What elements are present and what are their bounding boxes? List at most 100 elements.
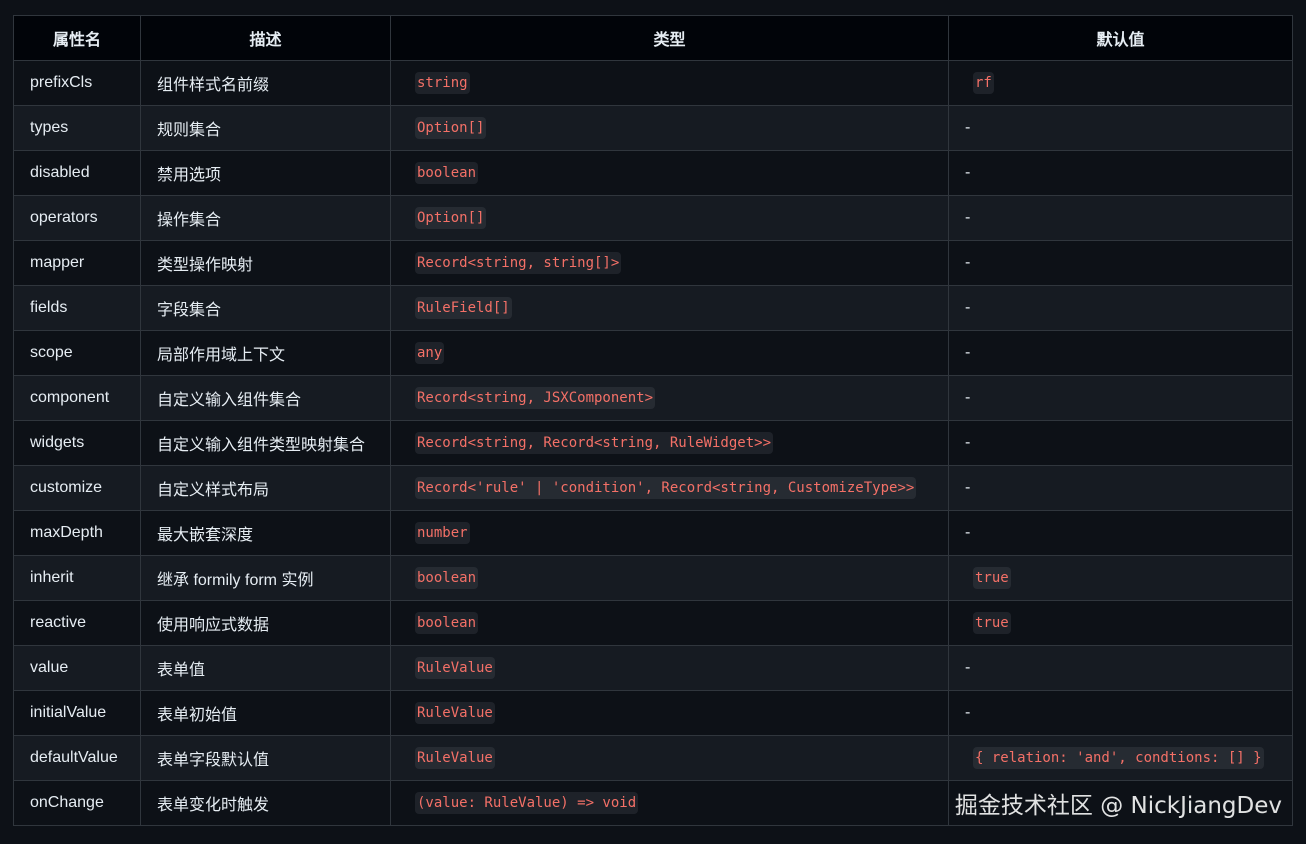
prop-default-cell: - <box>948 420 1293 466</box>
prop-type-cell: RuleValue <box>390 690 949 736</box>
prop-type: string <box>415 72 470 94</box>
header-name: 属性名 <box>13 15 141 61</box>
prop-default-cell: - <box>948 465 1293 511</box>
prop-name: component <box>13 375 141 421</box>
prop-default-cell: - <box>948 105 1293 151</box>
prop-default-cell: { relation: 'and', condtions: [] } <box>948 735 1293 781</box>
table-row: mapper 类型操作映射 Record<string, string[]> - <box>13 240 1293 286</box>
prop-type-cell: Record<string, JSXComponent> <box>390 375 949 421</box>
prop-description: 自定义输入组件类型映射集合 <box>140 420 391 466</box>
prop-type-cell: string <box>390 60 949 106</box>
prop-description: 自定义样式布局 <box>140 465 391 511</box>
prop-type-cell: (value: RuleValue) => void <box>390 780 949 826</box>
table-row: maxDepth 最大嵌套深度 number - <box>13 510 1293 556</box>
table-row: value 表单值 RuleValue - <box>13 645 1293 691</box>
props-table: 属性名 描述 类型 默认值 prefixCls 组件样式名前缀 string rf ty… <box>13 15 1293 826</box>
prop-type: (value: RuleValue) => void <box>415 792 639 814</box>
header-type: 类型 <box>390 15 949 61</box>
prop-default-cell: - <box>948 285 1293 331</box>
prop-type: RuleValue <box>415 657 495 679</box>
prop-type-cell: any <box>390 330 949 376</box>
prop-type: boolean <box>415 567 479 589</box>
prop-default-cell: - <box>948 195 1293 241</box>
prop-description: 局部作用域上下文 <box>140 330 391 376</box>
prop-type-cell: boolean <box>390 555 949 601</box>
prop-description: 禁用选项 <box>140 150 391 196</box>
prop-name: customize <box>13 465 141 511</box>
table-row: operators 操作集合 Option[] - <box>13 195 1293 241</box>
prop-type-cell: number <box>390 510 949 556</box>
table-body: prefixCls 组件样式名前缀 string rf types 规则集合 Option[… <box>13 60 1293 826</box>
prop-description: 表单值 <box>140 645 391 691</box>
prop-type: boolean <box>415 612 479 634</box>
watermark: 掘金技术社区 @ NickJiangDev <box>954 793 1282 819</box>
prop-name: defaultValue <box>13 735 141 781</box>
prop-description: 自定义输入组件集合 <box>140 375 391 421</box>
prop-default: rf <box>973 72 994 94</box>
prop-description: 使用响应式数据 <box>140 600 391 646</box>
prop-default-cell: - <box>948 510 1293 556</box>
prop-type: Record<string, Record<string, RuleWidget… <box>415 432 774 454</box>
header-desc: 描述 <box>140 15 391 61</box>
prop-default-cell: - <box>948 150 1293 196</box>
table-row: inherit 继承 formily form 实例 boolean true <box>13 555 1293 601</box>
prop-type: Record<string, string[]> <box>415 252 622 274</box>
prop-type: RuleField[] <box>415 297 512 319</box>
prop-default-cell: - <box>948 690 1293 736</box>
table-row: prefixCls 组件样式名前缀 string rf <box>13 60 1293 106</box>
prop-type: RuleValue <box>415 702 495 724</box>
prop-type: number <box>415 522 470 544</box>
prop-name: types <box>13 105 141 151</box>
prop-type-cell: Record<'rule' | 'condition', Record<stri… <box>390 465 949 511</box>
prop-default-cell: - <box>948 240 1293 286</box>
prop-type-cell: RuleValue <box>390 645 949 691</box>
prop-name: maxDepth <box>13 510 141 556</box>
table-row: disabled 禁用选项 boolean - <box>13 150 1293 196</box>
table-header: 属性名 描述 类型 默认值 <box>13 15 1293 61</box>
prop-name: reactive <box>13 600 141 646</box>
prop-description: 规则集合 <box>140 105 391 151</box>
prop-type: boolean <box>415 162 479 184</box>
prop-type: Option[] <box>415 207 487 229</box>
prop-description: 组件样式名前缀 <box>140 60 391 106</box>
table-row: defaultValue 表单字段默认值 RuleValue { relation: … <box>13 735 1293 781</box>
prop-description: 表单字段默认值 <box>140 735 391 781</box>
prop-name: prefixCls <box>13 60 141 106</box>
table-row: scope 局部作用域上下文 any - <box>13 330 1293 376</box>
prop-default-cell: true <box>948 555 1293 601</box>
prop-default-cell: rf <box>948 60 1293 106</box>
prop-description: 字段集合 <box>140 285 391 331</box>
table-row: types 规则集合 Option[] - <box>13 105 1293 151</box>
header-row: 属性名 描述 类型 默认值 <box>13 15 1293 61</box>
prop-type: Record<string, JSXComponent> <box>415 387 656 409</box>
prop-type-cell: Record<string, string[]> <box>390 240 949 286</box>
table-row: fields 字段集合 RuleField[] - <box>13 285 1293 331</box>
prop-name: value <box>13 645 141 691</box>
prop-type-cell: RuleField[] <box>390 285 949 331</box>
prop-name: fields <box>13 285 141 331</box>
prop-type: Record<'rule' | 'condition', Record<stri… <box>415 477 917 499</box>
prop-type: RuleValue <box>415 747 495 769</box>
prop-description: 继承 formily form 实例 <box>140 555 391 601</box>
prop-default: true <box>973 612 1011 634</box>
prop-description: 操作集合 <box>140 195 391 241</box>
prop-default-cell: - <box>948 330 1293 376</box>
prop-type-cell: RuleValue <box>390 735 949 781</box>
prop-default: true <box>973 567 1011 589</box>
prop-description: 表单变化时触发 <box>140 780 391 826</box>
prop-type: Option[] <box>415 117 487 139</box>
prop-type-cell: Record<string, Record<string, RuleWidget… <box>390 420 949 466</box>
prop-description: 类型操作映射 <box>140 240 391 286</box>
prop-default: { relation: 'and', condtions: [] } <box>973 747 1264 769</box>
prop-type-cell: boolean <box>390 600 949 646</box>
prop-name: inherit <box>13 555 141 601</box>
prop-type-cell: Option[] <box>390 195 949 241</box>
table-row: customize 自定义样式布局 Record<'rule' | 'conditi… <box>13 465 1293 511</box>
prop-type-cell: boolean <box>390 150 949 196</box>
table-row: initialValue 表单初始值 RuleValue - <box>13 690 1293 736</box>
prop-name: disabled <box>13 150 141 196</box>
prop-name: mapper <box>13 240 141 286</box>
header-default: 默认值 <box>948 15 1293 61</box>
prop-name: widgets <box>13 420 141 466</box>
prop-description: 表单初始值 <box>140 690 391 736</box>
